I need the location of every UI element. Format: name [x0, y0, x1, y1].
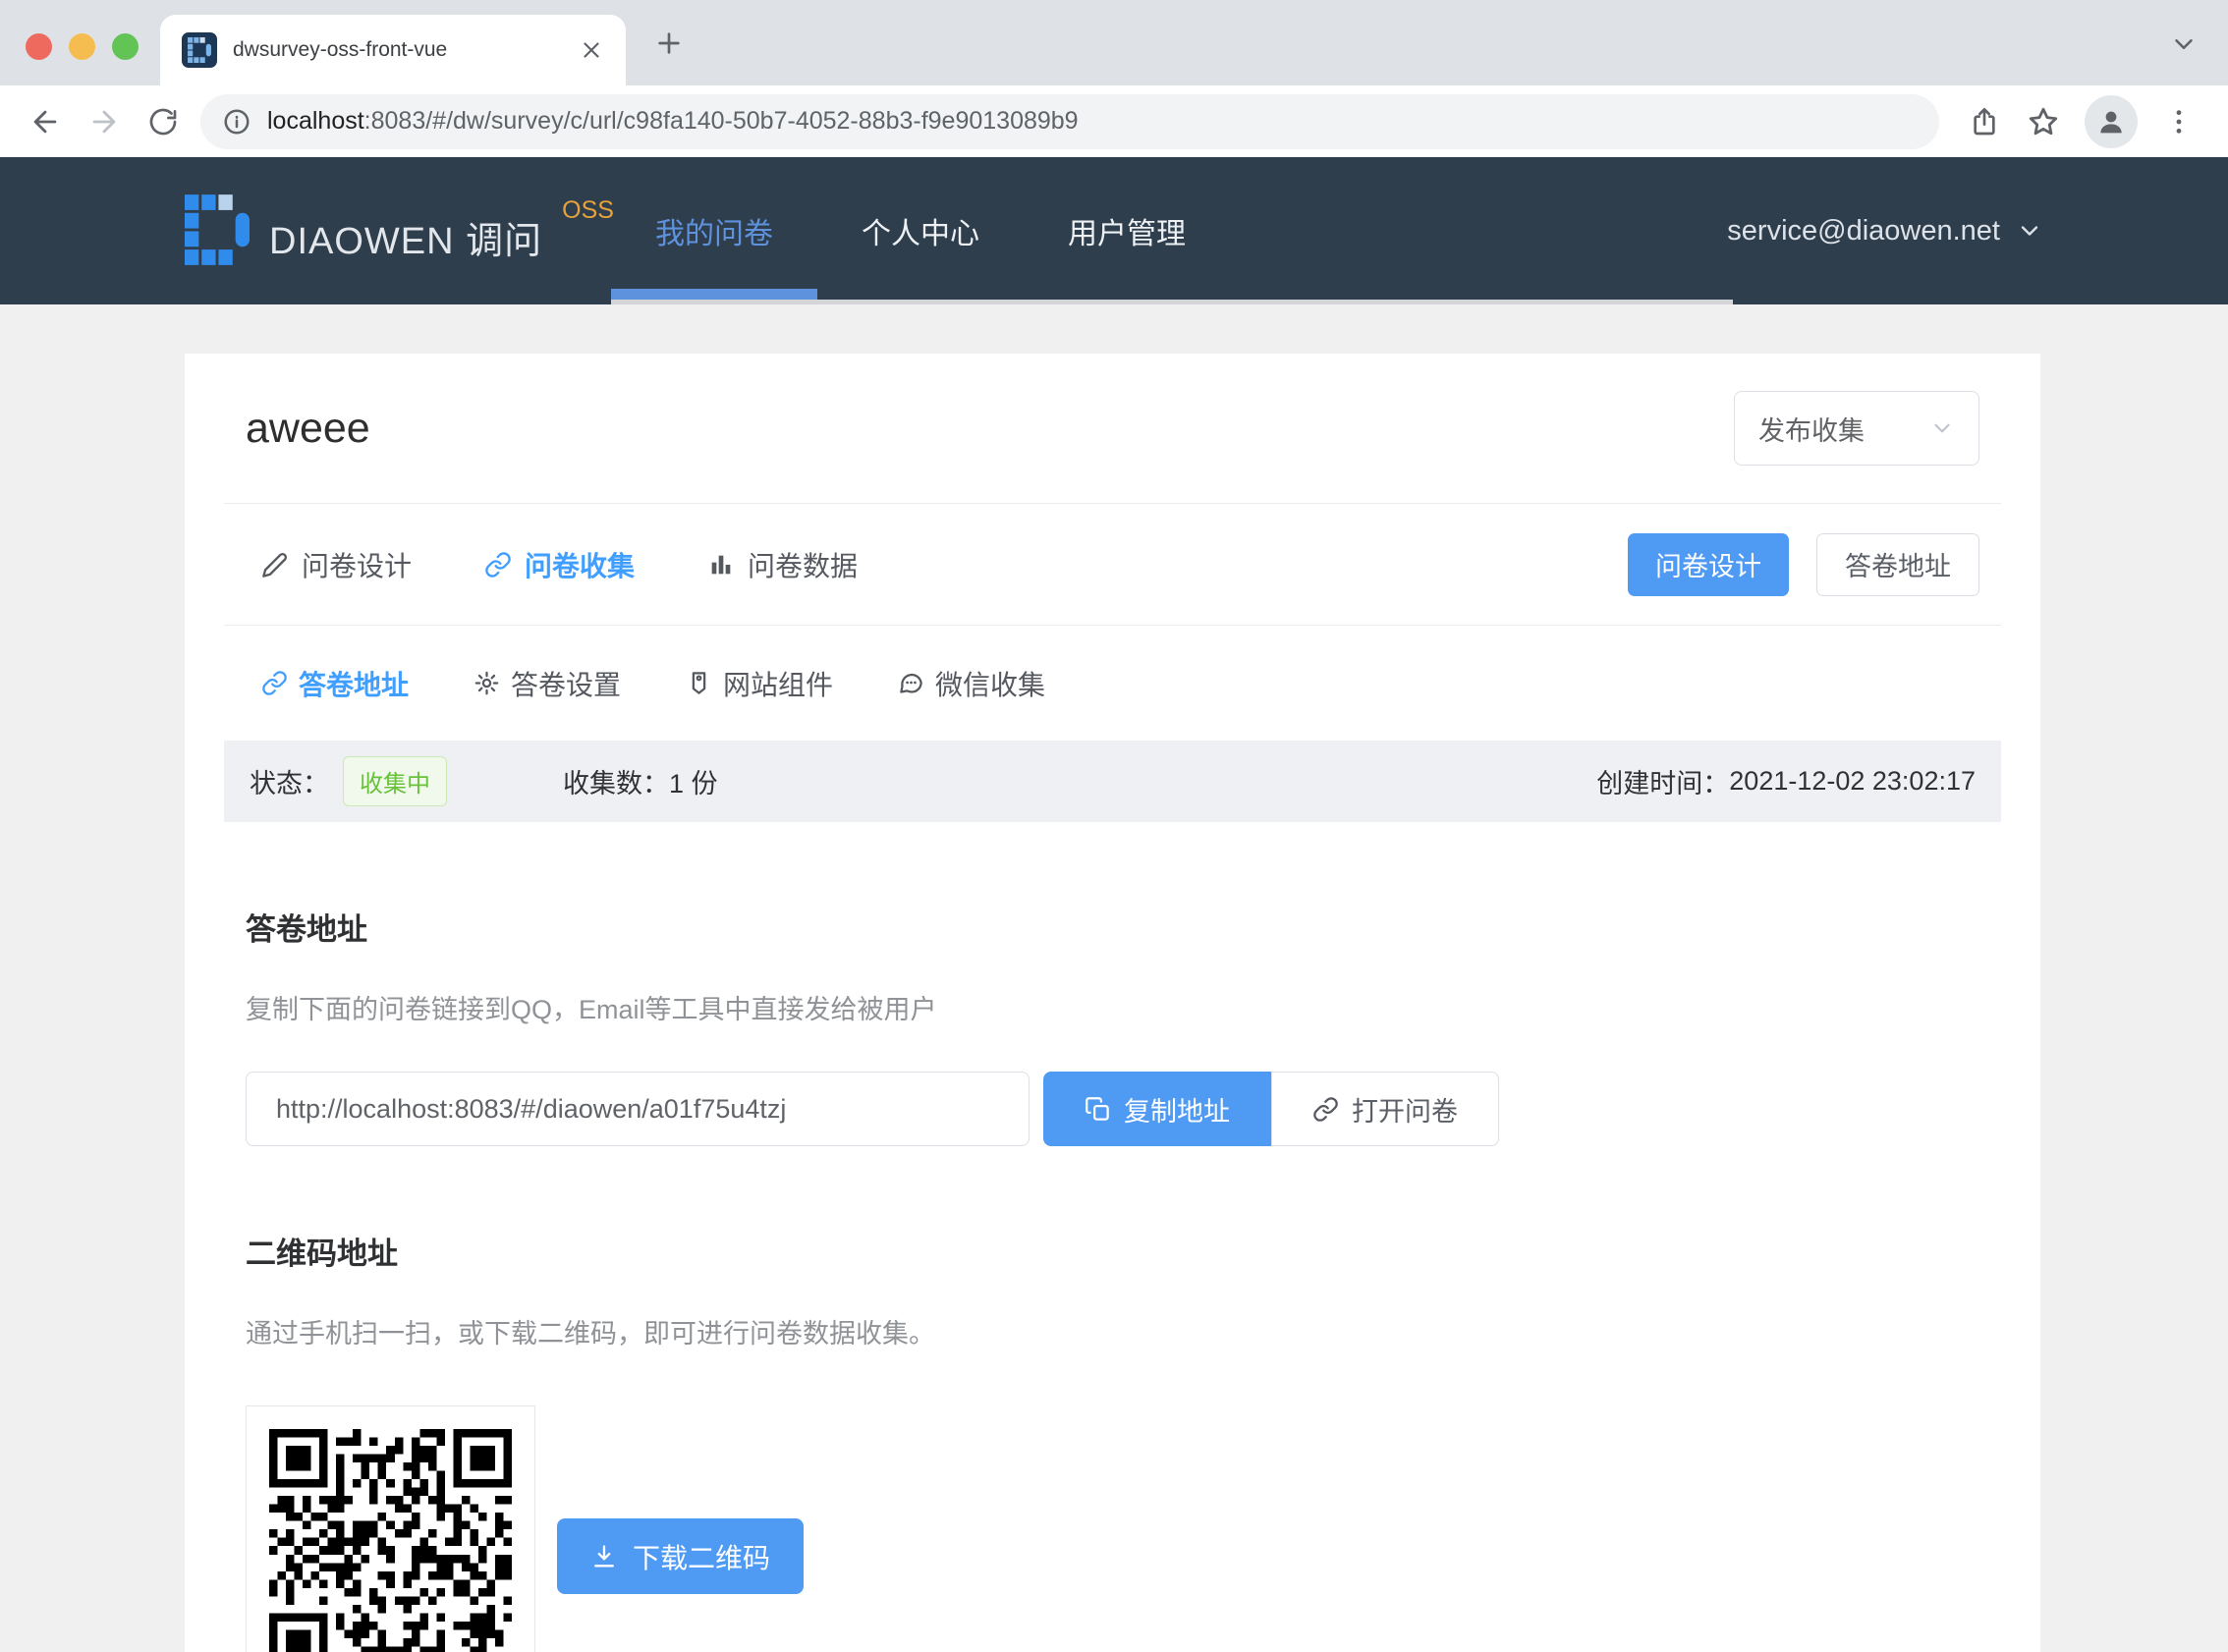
browser-menu-kebab-icon[interactable] [2149, 92, 2208, 151]
app-header: DIAOWEN 调问 OSS 我的问卷 个人中心 用户管理 service@di… [0, 157, 2228, 304]
collect-subtabs-row: 答卷地址 答卷设置 网站组件 微信收集 [224, 626, 2001, 741]
answer-url-button[interactable]: 答卷地址 [1816, 533, 1979, 596]
browser-address-bar: localhost:8083/#/dw/survey/c/url/c98fa14… [0, 85, 2228, 157]
site-info-icon [222, 107, 251, 137]
bookmark-star-icon[interactable] [2014, 92, 2073, 151]
title-row: aweee 发布收集 [224, 354, 2001, 504]
main-nav-menu: 我的问卷 个人中心 用户管理 [611, 157, 1230, 304]
status-bar: 状态： 收集中 收集数： 1 份 创建时间： 2021-12-02 23:02:… [224, 741, 2001, 822]
chevron-down-icon [1929, 415, 1955, 441]
link-icon [484, 551, 512, 578]
chat-bubble-icon [898, 670, 924, 696]
tab-survey-collect[interactable]: 问卷收集 [484, 545, 635, 584]
nav-item-my-surveys[interactable]: 我的问卷 [611, 157, 817, 304]
nav-menu-baseline [611, 300, 1733, 304]
subtab-answer-url[interactable]: 答卷地址 [261, 664, 409, 703]
created-time-label: 创建时间： [1596, 762, 1729, 800]
nav-item-personal-center[interactable]: 个人中心 [817, 157, 1024, 304]
window-minimize-button[interactable] [69, 33, 95, 60]
browser-profile-avatar[interactable] [2085, 95, 2138, 148]
collect-count-value: 1 份 [669, 762, 718, 800]
tag-icon [686, 670, 712, 696]
tab-title: dwsurvey-oss-front-vue [233, 38, 563, 62]
answer-url-description: 复制下面的问卷链接到QQ，Email等工具中直接发给被用户 [246, 988, 2001, 1026]
back-icon[interactable] [16, 92, 75, 151]
download-qrcode-button[interactable]: 下载二维码 [557, 1518, 804, 1594]
answer-url-section: 答卷地址 复制下面的问卷链接到QQ，Email等工具中直接发给被用户 http:… [224, 905, 2001, 1146]
tab-search-chevron-icon[interactable] [2169, 29, 2199, 59]
created-time-value: 2021-12-02 23:02:17 [1729, 766, 1976, 797]
user-account-dropdown[interactable]: service@diaowen.net [1727, 157, 2043, 304]
brand-name: DIAOWEN 调问 [269, 210, 542, 264]
subtab-wechat-collect[interactable]: 微信收集 [898, 664, 1045, 703]
answer-url-row: http://localhost:8083/#/diaowen/a01f75u4… [246, 1072, 2001, 1146]
brand[interactable]: DIAOWEN 调问 OSS [185, 194, 614, 265]
window-zoom-button[interactable] [112, 33, 139, 60]
new-tab-button[interactable] [653, 28, 685, 59]
subtab-answer-settings[interactable]: 答卷设置 [473, 664, 621, 703]
url-omnibox[interactable]: localhost:8083/#/dw/survey/c/url/c98fa14… [200, 94, 1939, 149]
browser-tab-strip: dwsurvey-oss-front-vue [0, 0, 2228, 85]
qrcode-image [246, 1405, 535, 1652]
chevron-down-icon [2016, 217, 2043, 245]
share-icon[interactable] [1955, 92, 2014, 151]
url-button-group: 复制地址 打开问卷 [1043, 1072, 1499, 1146]
copy-icon [1085, 1096, 1111, 1123]
user-email: service@diaowen.net [1727, 215, 2000, 248]
tab-close-icon[interactable] [579, 37, 604, 63]
nav-item-user-management[interactable]: 用户管理 [1024, 157, 1230, 304]
window-close-button[interactable] [26, 33, 52, 60]
nav-active-underline [611, 289, 817, 300]
status-label: 状态： [250, 762, 329, 800]
bar-chart-icon [707, 551, 735, 578]
window-controls [26, 33, 139, 60]
qrcode-description: 通过手机扫一扫，或下载二维码，即可进行问卷数据收集。 [246, 1312, 2001, 1350]
open-survey-button[interactable]: 打开问卷 [1271, 1072, 1499, 1146]
survey-actions: 问卷设计 答卷地址 [1628, 533, 1979, 596]
browser-tab[interactable]: dwsurvey-oss-front-vue [160, 15, 626, 85]
diaowen-logo [185, 194, 250, 265]
pencil-icon [261, 551, 289, 578]
page-title: aweee [246, 405, 370, 453]
survey-card: aweee 发布收集 问卷设计 问卷收集 问卷数据 问卷设计 答卷地址 答卷地址 [185, 354, 2040, 1652]
link-icon [1312, 1096, 1339, 1123]
brand-badge: OSS [562, 196, 614, 225]
forward-icon[interactable] [75, 92, 134, 151]
qrcode-heading: 二维码地址 [246, 1229, 2001, 1273]
tab-survey-design[interactable]: 问卷设计 [261, 545, 412, 584]
survey-tabs-row: 问卷设计 问卷收集 问卷数据 问卷设计 答卷地址 [224, 504, 2001, 626]
qrcode-row: 下载二维码 [246, 1405, 2001, 1652]
gear-icon [473, 670, 500, 696]
favicon [182, 32, 217, 68]
status-badge: 收集中 [343, 756, 447, 806]
publish-mode-select[interactable]: 发布收集 [1734, 391, 1979, 466]
survey-design-button[interactable]: 问卷设计 [1628, 533, 1789, 596]
subtab-site-widget[interactable]: 网站组件 [686, 664, 833, 703]
publish-mode-value: 发布收集 [1758, 410, 1865, 448]
survey-url-input[interactable]: http://localhost:8083/#/diaowen/a01f75u4… [246, 1072, 1030, 1146]
download-icon [590, 1543, 618, 1570]
tab-survey-data[interactable]: 问卷数据 [707, 545, 858, 584]
copy-url-button[interactable]: 复制地址 [1043, 1072, 1271, 1146]
link-icon [261, 670, 288, 696]
url-text: localhost:8083/#/dw/survey/c/url/c98fa14… [267, 107, 1079, 136]
collect-count-label: 收集数： [563, 762, 669, 800]
qrcode-section: 二维码地址 通过手机扫一扫，或下载二维码，即可进行问卷数据收集。 下载二维码 [224, 1229, 2001, 1652]
answer-url-heading: 答卷地址 [246, 905, 2001, 949]
reload-icon[interactable] [134, 92, 193, 151]
